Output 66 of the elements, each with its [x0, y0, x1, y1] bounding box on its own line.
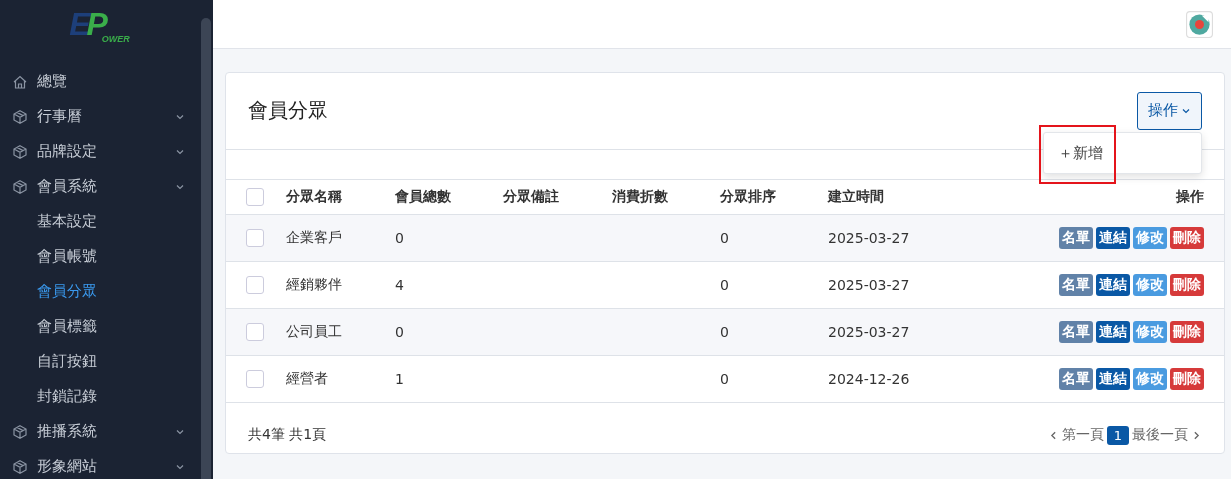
cube-icon — [12, 178, 28, 195]
row-action-button[interactable]: 名單 — [1059, 321, 1093, 343]
table-cell: 0 — [395, 324, 404, 340]
sidebar-subitem[interactable]: 封鎖記錄 — [0, 379, 213, 414]
record-summary: 共4筆 共1頁 — [248, 426, 327, 444]
first-page-link[interactable]: 第一頁 — [1061, 426, 1104, 444]
table-cell: 2025-03-27 — [828, 324, 910, 340]
row-action-button[interactable]: 連結 — [1096, 274, 1130, 296]
table-cell: 2025-03-27 — [828, 230, 910, 246]
sidebar-subitem[interactable]: 基本設定 — [0, 204, 213, 239]
table-cell: 經營者 — [286, 370, 328, 386]
sidebar-item[interactable]: 品牌設定 — [0, 134, 213, 169]
row-checkbox[interactable] — [246, 229, 264, 247]
column-header: 會員總數 — [395, 188, 451, 204]
avatar-icon[interactable] — [1186, 10, 1213, 38]
table-cell: 0 — [720, 277, 729, 293]
column-header: 分眾名稱 — [286, 188, 342, 204]
row-action-button[interactable]: 連結 — [1096, 227, 1130, 249]
row-action-button[interactable]: 刪除 — [1170, 274, 1204, 296]
sidebar-subitem[interactable]: 自訂按鈕 — [0, 344, 213, 379]
column-header: 消費折數 — [612, 188, 668, 204]
table-cell: 企業客戶 — [286, 229, 342, 245]
page-number[interactable]: 1 — [1106, 425, 1129, 445]
table-cell: 1 — [395, 371, 404, 387]
sidebar-item[interactable]: 形象網站 — [0, 449, 213, 479]
sidebar-item[interactable]: 會員系統 — [0, 169, 213, 204]
column-header: 建立時間 — [828, 188, 884, 204]
row-checkbox[interactable] — [246, 276, 264, 294]
table-cell: 4 — [395, 277, 404, 293]
table-cell: 公司員工 — [286, 323, 342, 339]
row-action-button[interactable]: 刪除 — [1170, 321, 1204, 343]
last-page-link[interactable]: 最後一頁 — [1132, 426, 1188, 444]
cube-icon — [12, 423, 28, 440]
table-cell: 經銷夥伴 — [286, 276, 342, 292]
cube-icon — [12, 458, 28, 475]
sidebar-item[interactable]: 行事曆 — [0, 99, 213, 134]
sidebar-subitem[interactable]: 會員帳號 — [0, 239, 213, 274]
row-action-button[interactable]: 連結 — [1096, 321, 1130, 343]
sidebar-subitem[interactable]: 會員分眾 — [0, 274, 213, 309]
table-cell: 0 — [720, 324, 729, 340]
column-header: 操作 — [1176, 188, 1204, 204]
row-action-button[interactable]: 刪除 — [1170, 227, 1204, 249]
cube-icon — [12, 143, 28, 160]
table-cell: 2024-12-26 — [828, 371, 910, 387]
cube-icon — [12, 108, 28, 125]
row-checkbox[interactable] — [246, 323, 264, 341]
row-action-button[interactable]: 名單 — [1059, 227, 1093, 249]
table-cell: 0 — [720, 371, 729, 387]
row-action-button[interactable]: 名單 — [1059, 274, 1093, 296]
sidebar-item[interactable]: 推播系統 — [0, 414, 213, 449]
actions-dropdown-button[interactable]: 操作 — [1137, 91, 1202, 130]
home-icon — [12, 73, 28, 90]
row-action-button[interactable]: 連結 — [1096, 368, 1130, 390]
select-all-checkbox[interactable] — [246, 188, 264, 206]
row-action-button[interactable]: 刪除 — [1170, 368, 1204, 390]
table-cell: 0 — [720, 230, 729, 246]
add-menu-item[interactable]: ＋新增 — [1058, 143, 1103, 163]
sidebar-subitem[interactable]: 會員標籤 — [0, 309, 213, 344]
sidebar-item[interactable]: 總覽 — [0, 64, 213, 99]
column-header: 分眾排序 — [720, 188, 776, 204]
row-action-button[interactable]: 名單 — [1059, 368, 1093, 390]
column-header: 分眾備註 — [503, 188, 559, 204]
table-cell: 2025-03-27 — [828, 277, 910, 293]
table-cell: 0 — [395, 230, 404, 246]
row-checkbox[interactable] — [246, 370, 264, 388]
page-title: 會員分眾 — [248, 97, 328, 124]
